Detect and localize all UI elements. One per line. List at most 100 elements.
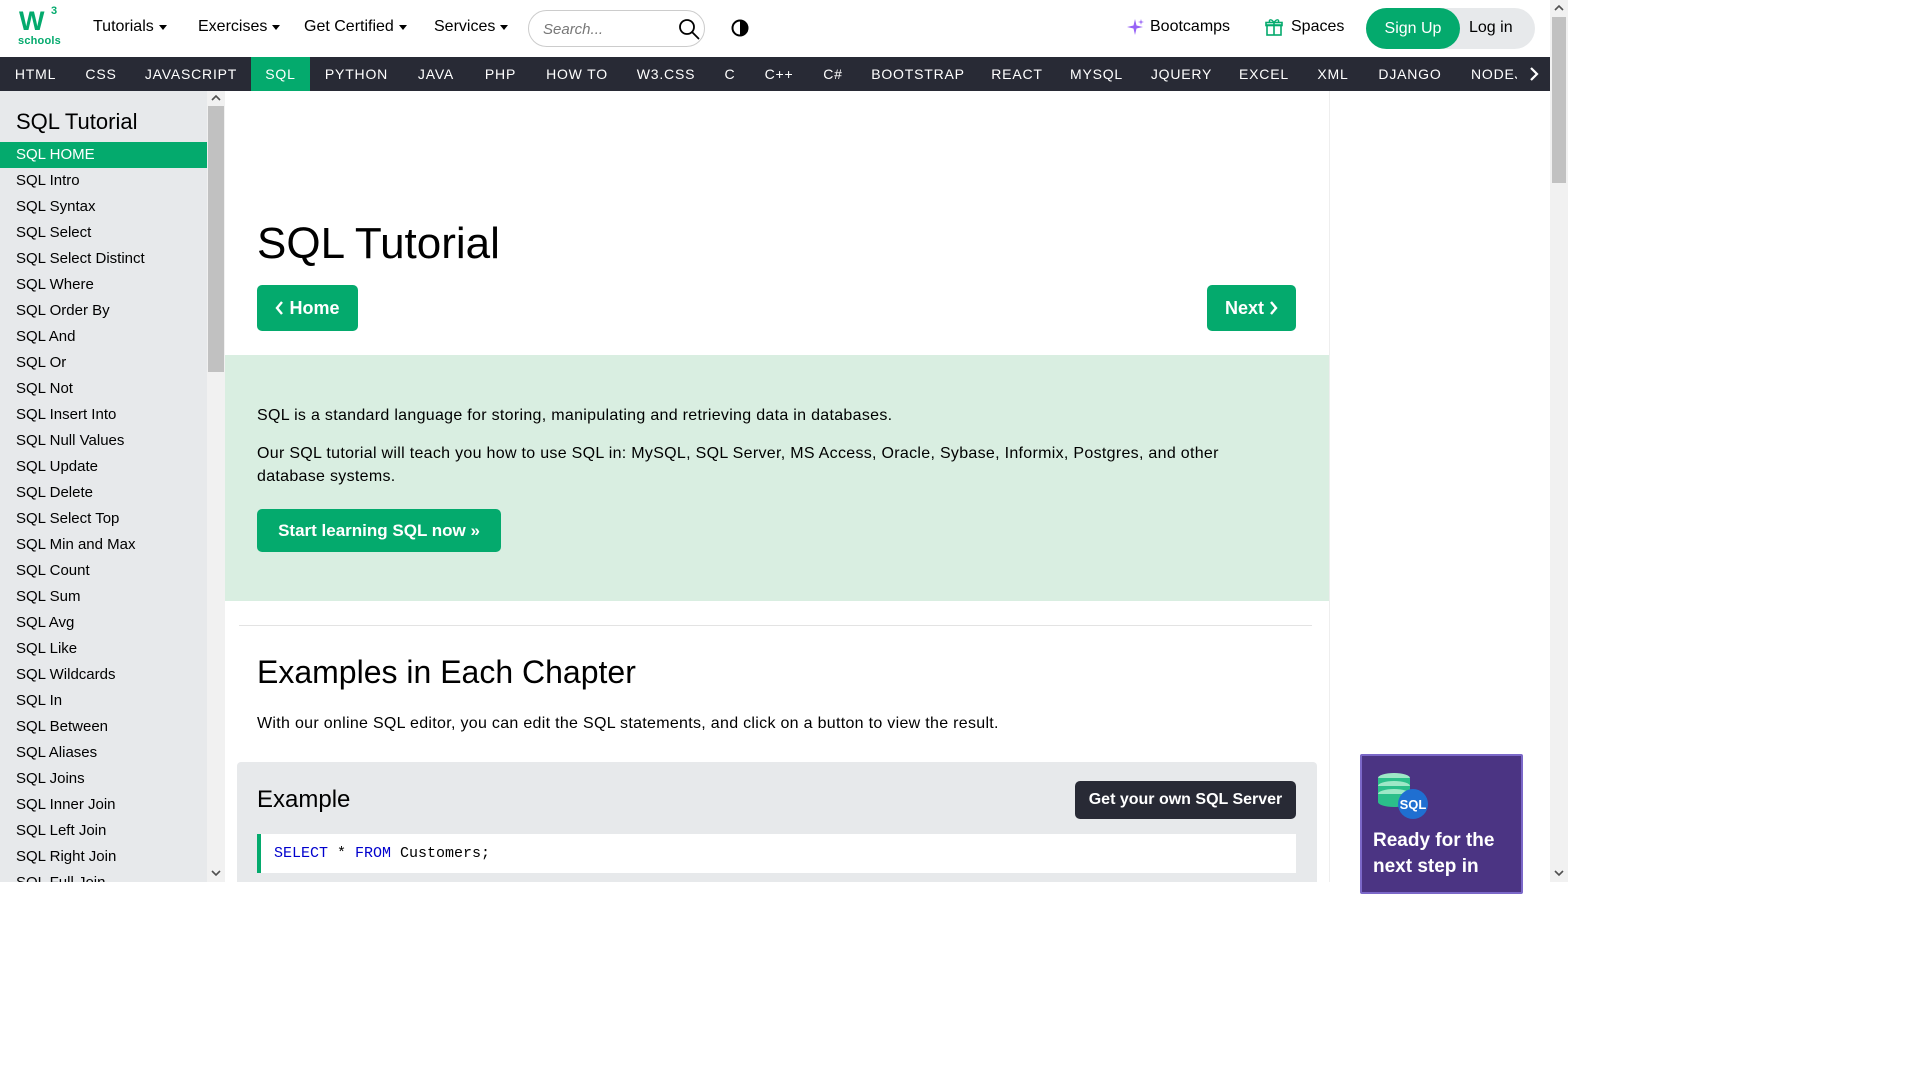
sidebar-item-sql-order-by[interactable]: SQL Order By xyxy=(0,298,207,324)
home-button[interactable]: Home xyxy=(257,285,358,331)
log-in-button[interactable]: Log in xyxy=(1469,19,1513,37)
search-icon[interactable] xyxy=(678,18,700,40)
nav-item-csharp[interactable]: C# xyxy=(808,57,858,91)
sidebar-item-sql-delete[interactable]: SQL Delete xyxy=(0,480,207,506)
dark-mode-toggle-icon[interactable] xyxy=(731,19,749,37)
top-header: W 3 schools Tutorials Exercises Get Cert… xyxy=(0,0,1550,57)
menu-tutorials[interactable]: Tutorials xyxy=(93,18,167,36)
start-learning-button[interactable]: Start learning SQL now » xyxy=(257,509,501,552)
caret-down-icon xyxy=(500,25,509,30)
nav-item-c[interactable]: C xyxy=(710,57,750,91)
sidebar-item-sql-in[interactable]: SQL In xyxy=(0,688,207,714)
sidebar-item-sql-sum[interactable]: SQL Sum xyxy=(0,584,207,610)
ad-text-line-2: next step in xyxy=(1373,856,1479,877)
nav-item-sql[interactable]: SQL xyxy=(251,57,310,91)
menu-services-label: Services xyxy=(434,18,496,35)
scroll-up-icon[interactable] xyxy=(211,93,221,103)
sidebar-item-sql-between[interactable]: SQL Between xyxy=(0,714,207,740)
sidebar-item-sql-intro[interactable]: SQL Intro xyxy=(0,168,207,194)
nav-item-python[interactable]: PYTHON xyxy=(310,57,403,91)
logo-mark: W xyxy=(19,6,45,36)
sidebar-scrollbar[interactable] xyxy=(207,91,225,882)
sidebar-item-sql-joins[interactable]: SQL Joins xyxy=(0,766,207,792)
sidebar-item-sql-update[interactable]: SQL Update xyxy=(0,454,207,480)
nav-item-w3css[interactable]: W3.CSS xyxy=(622,57,710,91)
sidebar-item-sql-select-distinct[interactable]: SQL Select Distinct xyxy=(0,246,207,272)
sidebar-item-sql-aliases[interactable]: SQL Aliases xyxy=(0,740,207,766)
nav-item-xml[interactable]: XML xyxy=(1302,57,1364,91)
sidebar-item-sql-left-join[interactable]: SQL Left Join xyxy=(0,818,207,844)
menu-get-certified[interactable]: Get Certified xyxy=(304,18,407,36)
sql-promo-ad[interactable]: SQL Ready for the next step in xyxy=(1360,754,1523,894)
scroll-down-icon[interactable] xyxy=(1554,868,1564,878)
caret-down-icon xyxy=(158,25,167,30)
sidebar-scrollbar-thumb[interactable] xyxy=(208,106,224,372)
sidebar-item-sql-insert-into[interactable]: SQL Insert Into xyxy=(0,402,207,428)
menu-services[interactable]: Services xyxy=(434,18,509,36)
spaces-link[interactable]: Spaces xyxy=(1265,18,1344,36)
sidebar-item-sql-inner-join[interactable]: SQL Inner Join xyxy=(0,792,207,818)
sidebar-item-sql-not[interactable]: SQL Not xyxy=(0,376,207,402)
examples-heading: Examples in Each Chapter xyxy=(257,654,636,690)
chevron-left-icon xyxy=(275,301,284,315)
sidebar-item-sql-count[interactable]: SQL Count xyxy=(0,558,207,584)
menu-tutorials-label: Tutorials xyxy=(93,18,154,35)
sidebar-item-sql-and[interactable]: SQL And xyxy=(0,324,207,350)
nav-item-react[interactable]: REACT xyxy=(978,57,1056,91)
sidebar-item-sql-syntax[interactable]: SQL Syntax xyxy=(0,194,207,220)
nav-item-cpp[interactable]: C++ xyxy=(750,57,808,91)
auth-group: Sign Up Log in xyxy=(1366,8,1535,49)
w3schools-logo[interactable]: W 3 schools xyxy=(17,5,61,50)
sidebar-item-sql-where[interactable]: SQL Where xyxy=(0,272,207,298)
sidebar-item-sql-min-max[interactable]: SQL Min and Max xyxy=(0,532,207,558)
nav-item-how-to[interactable]: HOW TO xyxy=(532,57,622,91)
ad-text: Ready for the next step in xyxy=(1373,828,1521,880)
sidebar-item-sql-wildcards[interactable]: SQL Wildcards xyxy=(0,662,207,688)
next-button[interactable]: Next xyxy=(1207,285,1296,331)
chevron-right-icon xyxy=(1529,67,1539,81)
sidebar-item-sql-avg[interactable]: SQL Avg xyxy=(0,610,207,636)
main-content: SQL Tutorial Home Next SQL is a standard… xyxy=(225,91,1329,882)
sidebar-item-sql-full-join[interactable]: SQL Full Join xyxy=(0,870,207,882)
caret-down-icon xyxy=(272,25,281,30)
bootcamps-label: Bootcamps xyxy=(1150,18,1231,35)
nav-item-javascript[interactable]: JAVASCRIPT xyxy=(131,57,251,91)
nav-item-jquery[interactable]: JQUERY xyxy=(1137,57,1226,91)
sidebar-item-sql-or[interactable]: SQL Or xyxy=(0,350,207,376)
menu-exercises[interactable]: Exercises xyxy=(198,18,281,36)
sidebar-item-sql-select-top[interactable]: SQL Select Top xyxy=(0,506,207,532)
nav-scroll-right-button[interactable] xyxy=(1517,57,1550,91)
logo-wordmark: schools xyxy=(18,35,61,47)
example-title: Example xyxy=(257,786,351,813)
caret-down-icon xyxy=(398,25,407,30)
ad-text-line-1: Ready for the xyxy=(1373,830,1495,851)
search-input[interactable] xyxy=(543,18,673,40)
nav-item-php[interactable]: PHP xyxy=(469,57,532,91)
scroll-up-icon[interactable] xyxy=(1554,3,1564,13)
spaces-label: Spaces xyxy=(1291,18,1345,35)
page-scrollbar-thumb[interactable] xyxy=(1552,17,1566,183)
intro-panel: SQL is a standard language for storing, … xyxy=(225,355,1329,601)
code-keyword-from: FROM xyxy=(355,845,392,862)
nav-item-bootstrap[interactable]: BOOTSTRAP xyxy=(858,57,978,91)
sidebar-item-sql-like[interactable]: SQL Like xyxy=(0,636,207,662)
nav-item-html[interactable]: HTML xyxy=(0,57,71,91)
language-nav: HTML CSS JAVASCRIPT SQL PYTHON JAVA PHP … xyxy=(0,57,1550,91)
bootcamps-link[interactable]: Bootcamps xyxy=(1126,18,1230,36)
nav-item-excel[interactable]: EXCEL xyxy=(1226,57,1302,91)
sidebar-item-sql-null-values[interactable]: SQL Null Values xyxy=(0,428,207,454)
get-sql-server-button[interactable]: Get your own SQL Server xyxy=(1075,781,1296,819)
page-scrollbar[interactable] xyxy=(1550,0,1568,882)
sidebar-item-sql-select[interactable]: SQL Select xyxy=(0,220,207,246)
sign-up-button[interactable]: Sign Up xyxy=(1366,8,1460,49)
sidebar-item-sql-home[interactable]: SQL HOME xyxy=(0,142,207,168)
right-column: SQL Ready for the next step in xyxy=(1329,91,1550,894)
sidebar-item-sql-right-join[interactable]: SQL Right Join xyxy=(0,844,207,870)
nav-item-mysql[interactable]: MYSQL xyxy=(1056,57,1137,91)
logo-superscript: 3 xyxy=(51,5,58,17)
nav-item-css[interactable]: CSS xyxy=(71,57,131,91)
nav-item-java[interactable]: JAVA xyxy=(403,57,469,91)
nav-item-django[interactable]: DJANGO xyxy=(1364,57,1456,91)
sparkle-icon xyxy=(1127,19,1144,35)
scroll-down-icon[interactable] xyxy=(211,868,221,878)
